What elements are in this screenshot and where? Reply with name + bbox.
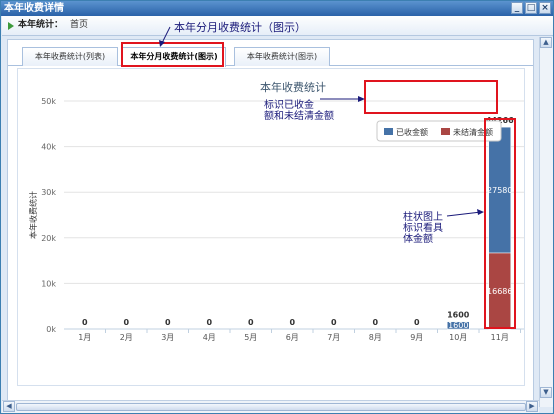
legend-swatch-collected	[384, 128, 393, 135]
scroll-left-button[interactable]: ◀	[3, 401, 15, 412]
scroll-right-button[interactable]: ▶	[526, 401, 538, 412]
y-tick-label: 30k	[41, 188, 56, 197]
x-tick-label: 10月	[449, 333, 467, 342]
vertical-scrollbar[interactable]: ▲ ▼	[539, 37, 553, 407]
total-label: 0	[289, 318, 295, 327]
x-tick-label: 9月	[410, 333, 423, 342]
tab-strip: 本年收费统计(列表) 本年分月收费统计(图示) 本年收费统计(图示)	[8, 40, 533, 67]
app-window: 本年收费详情 _ □ × 本年统计： 首页 本年收费统计(列表) 本年分月收费统…	[0, 0, 554, 414]
y-tick-label: 20k	[41, 234, 56, 243]
total-label: 0	[414, 318, 420, 327]
title-bar: 本年收费详情 _ □ ×	[1, 1, 553, 16]
segment-label-collected: 1600	[448, 321, 468, 330]
tab-annual-list[interactable]: 本年收费统计(列表)	[22, 47, 118, 66]
legend-label-collected: 已收金额	[396, 127, 428, 137]
x-tick-label: 5月	[244, 333, 257, 342]
x-tick-label: 11月	[491, 333, 509, 342]
annotation-bar-line1: 柱状图上	[403, 212, 443, 223]
x-tick-label: 2月	[120, 333, 133, 342]
total-label: 0	[165, 318, 171, 327]
highlight-box-bar	[484, 118, 516, 329]
annotation-bar-line2: 标识看具	[403, 223, 443, 234]
chart-title: 本年收费统计	[260, 80, 326, 94]
x-tick-label: 1月	[78, 333, 91, 342]
y-tick-label: 50k	[41, 97, 56, 106]
stats-label: 本年统计：	[18, 20, 64, 30]
arrow-right-icon	[8, 22, 14, 30]
minimize-button[interactable]: _	[511, 2, 523, 14]
x-tick-label: 7月	[327, 333, 340, 342]
scroll-down-button[interactable]: ▼	[540, 387, 552, 398]
x-tick-label: 3月	[161, 333, 174, 342]
x-tick-label: 6月	[286, 333, 299, 342]
total-label: 0	[248, 318, 254, 327]
horizontal-scrollbar[interactable]: ◀ ▶	[2, 400, 539, 413]
total-label: 1600	[447, 311, 470, 320]
close-button[interactable]: ×	[539, 2, 551, 14]
x-tick-label: 4月	[203, 333, 216, 342]
scroll-up-button[interactable]: ▲	[540, 37, 552, 48]
highlight-box-tab	[121, 42, 224, 67]
window-title: 本年收费详情	[4, 3, 64, 14]
breadcrumb-home[interactable]: 首页	[70, 19, 88, 32]
annotation-legend-line1: 标识已收金	[264, 100, 314, 111]
y-axis-label: 本年收费统计	[28, 191, 38, 239]
tab-annual-chart[interactable]: 本年收费统计(图示)	[234, 47, 330, 66]
x-tick-label: 8月	[369, 333, 382, 342]
total-label: 0	[82, 318, 88, 327]
y-tick-label: 40k	[41, 143, 56, 152]
horizontal-scroll-thumb[interactable]	[16, 403, 526, 411]
legend-swatch-outstanding	[441, 128, 450, 135]
annotation-tab-note: 本年分月收费统计（图示）	[174, 21, 306, 34]
total-label: 0	[123, 318, 129, 327]
annotation-bar-line3: 体金额	[403, 234, 433, 245]
y-tick-label: 10k	[41, 279, 56, 288]
annotation-legend-line2: 额和未结清金额	[264, 111, 334, 122]
total-label: 0	[372, 318, 378, 327]
maximize-button[interactable]: □	[525, 2, 537, 14]
highlight-box-legend	[364, 80, 498, 114]
y-tick-label: 0k	[46, 325, 56, 334]
total-label: 0	[331, 318, 337, 327]
total-label: 0	[206, 318, 212, 327]
